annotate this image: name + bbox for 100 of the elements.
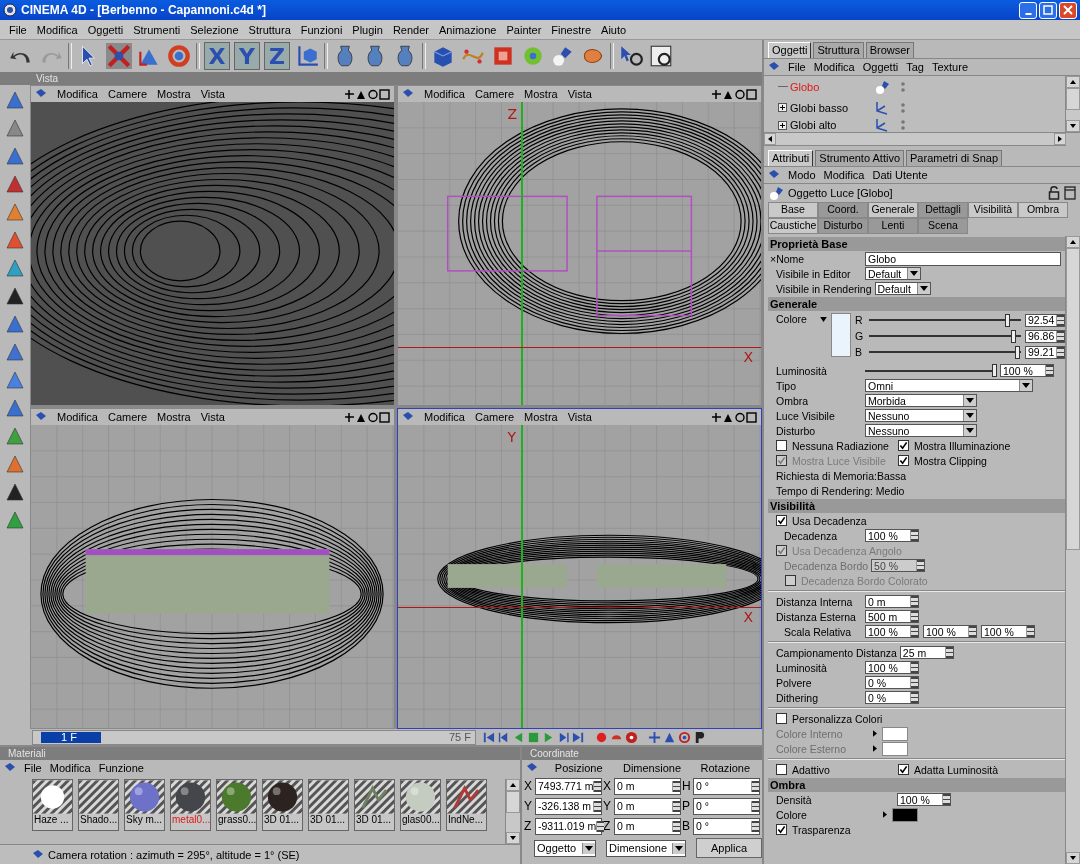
dropdown[interactable]: Nessuno	[865, 409, 977, 422]
menu-item[interactable]: Modifica	[420, 411, 469, 423]
p-icon[interactable]	[693, 730, 706, 744]
dropdown-arrow-icon[interactable]	[820, 317, 827, 322]
color-swatch[interactable]	[831, 313, 851, 357]
menu-item[interactable]: Plugin	[347, 22, 388, 37]
tab[interactable]: Browser	[865, 42, 914, 58]
page-tab[interactable]: Base	[768, 202, 818, 218]
number-field[interactable]: 0 %	[865, 676, 919, 689]
help-cursor-icon[interactable]	[618, 43, 644, 69]
menu-item[interactable]: File	[4, 22, 32, 37]
dropdown[interactable]: Default	[865, 267, 921, 280]
menu-item[interactable]: Mostra	[520, 411, 562, 423]
menu-item[interactable]: Mostra	[153, 88, 195, 100]
menu-item[interactable]: Modo	[784, 169, 820, 181]
menu-item[interactable]: File	[20, 762, 46, 774]
number-field[interactable]: 100 %	[897, 793, 951, 806]
number-field[interactable]: 100 %	[981, 625, 1035, 638]
expand-arrow-icon[interactable]	[883, 811, 887, 818]
navigation-icon[interactable]	[344, 411, 390, 423]
page-tab[interactable]: Generale	[868, 202, 918, 218]
menu-item[interactable]: Vista	[563, 411, 596, 423]
checkbox[interactable]: Usa Decadenza	[776, 514, 867, 527]
scrollbar[interactable]	[1065, 236, 1080, 864]
menu-item[interactable]: Dati Utente	[868, 169, 932, 181]
material-swatch[interactable]: Sky m...	[124, 779, 165, 831]
menu-item[interactable]: Animazione	[434, 22, 502, 37]
number-field[interactable]: 0 m	[865, 595, 919, 608]
page-tab[interactable]: Dettagli	[918, 202, 968, 218]
camera-icon[interactable]	[768, 61, 780, 73]
material-swatch[interactable]: 3D 01...	[354, 779, 395, 831]
visibility-dots-icon[interactable]	[900, 118, 906, 132]
expand-icon[interactable]	[778, 103, 787, 112]
menu-item[interactable]: Aiuto	[596, 22, 632, 37]
first-icon[interactable]	[482, 730, 495, 744]
number-field[interactable]: 0 m	[614, 797, 681, 815]
camera-icon[interactable]	[402, 88, 414, 100]
material-swatch[interactable]: 3D 01...	[262, 779, 303, 831]
menu-item[interactable]: Camere	[470, 88, 519, 100]
menu-item[interactable]: Render	[387, 22, 434, 37]
checkbox[interactable]: Mostra Illuminazione	[898, 439, 1020, 452]
camera-icon[interactable]	[526, 762, 538, 774]
tool-icon[interactable]	[4, 285, 26, 307]
menu-item[interactable]: Oggetti	[858, 61, 903, 73]
rec-icon[interactable]	[595, 730, 608, 744]
number-field[interactable]: 100 %	[865, 625, 919, 638]
material-swatch[interactable]: Haze ...	[32, 779, 73, 831]
checkbox[interactable]: Personalizza Colori	[776, 712, 883, 725]
material-swatch[interactable]: glas00...	[400, 779, 441, 831]
tab[interactable]: Attributi	[768, 150, 814, 166]
timeline-track[interactable]: 1 F 75 F	[32, 729, 476, 745]
camera-icon[interactable]	[35, 88, 47, 100]
number-field[interactable]: 0 °	[693, 797, 760, 815]
number-field[interactable]: 500 m	[865, 610, 919, 623]
dropdown[interactable]: Default	[874, 282, 931, 295]
expand-arrow-icon[interactable]	[873, 745, 877, 752]
material-swatch[interactable]: IndNe...	[446, 779, 487, 831]
object-name[interactable]: Globi basso	[790, 101, 872, 114]
target-icon[interactable]	[678, 730, 691, 744]
menu-item[interactable]: Oggetti	[82, 22, 129, 37]
number-field[interactable]: 100 %	[1000, 364, 1054, 377]
page-tab[interactable]: Lenti	[868, 218, 918, 234]
navigation-icon[interactable]	[344, 88, 390, 100]
page-tab[interactable]: Caustiche	[768, 218, 818, 234]
menu-item[interactable]: Modifica	[53, 411, 102, 423]
number-field[interactable]: 100 %	[865, 661, 919, 674]
maximize-button[interactable]	[1039, 1, 1057, 19]
menu-item[interactable]: Modifica	[31, 22, 83, 37]
menu-item[interactable]: Camere	[470, 411, 519, 423]
menu-item[interactable]: Camere	[103, 88, 152, 100]
next-icon[interactable]	[557, 730, 570, 744]
dropdown[interactable]: Dimensione	[606, 839, 686, 857]
number-field[interactable]: 0 m	[614, 817, 681, 835]
number-field[interactable]: 0 m	[614, 777, 681, 795]
camera-icon[interactable]	[4, 762, 16, 774]
menu-item[interactable]: Texture	[927, 61, 972, 73]
viewport[interactable]: Modifica Camere Mostra Vista Z X	[397, 85, 762, 406]
tab[interactable]: Struttura	[813, 42, 864, 58]
menu-item[interactable]: Modifica	[420, 88, 469, 100]
visibility-dots-icon[interactable]	[900, 100, 906, 115]
expand-arrow-icon[interactable]	[873, 730, 877, 737]
number-field[interactable]: 96.86	[1025, 329, 1065, 343]
viewport[interactable]: Modifica Camere Mostra Vista	[30, 85, 395, 406]
plus-icon[interactable]	[648, 730, 661, 744]
menu-item[interactable]: Finestre	[546, 22, 597, 37]
expand-icon[interactable]	[778, 120, 787, 130]
navigation-icon[interactable]	[711, 88, 757, 100]
menu-item[interactable]: Modifica	[45, 762, 95, 774]
dropdown[interactable]: Oggetto	[534, 839, 596, 857]
menu-item[interactable]: Modifica	[819, 169, 869, 181]
number-field[interactable]: 7493.771 m	[535, 777, 602, 795]
tool-icon[interactable]	[4, 481, 26, 503]
page-tab[interactable]: Ombra	[1018, 202, 1068, 218]
viewport[interactable]: Modifica Camere Mostra Vista	[30, 408, 395, 729]
material-swatch[interactable]: grass0...	[216, 779, 257, 831]
tab[interactable]: Oggetti	[768, 42, 812, 58]
camera-icon[interactable]	[768, 169, 780, 181]
tool-icon[interactable]	[4, 173, 26, 195]
number-field[interactable]: 100 %	[923, 625, 977, 638]
prev-icon[interactable]	[497, 730, 510, 744]
